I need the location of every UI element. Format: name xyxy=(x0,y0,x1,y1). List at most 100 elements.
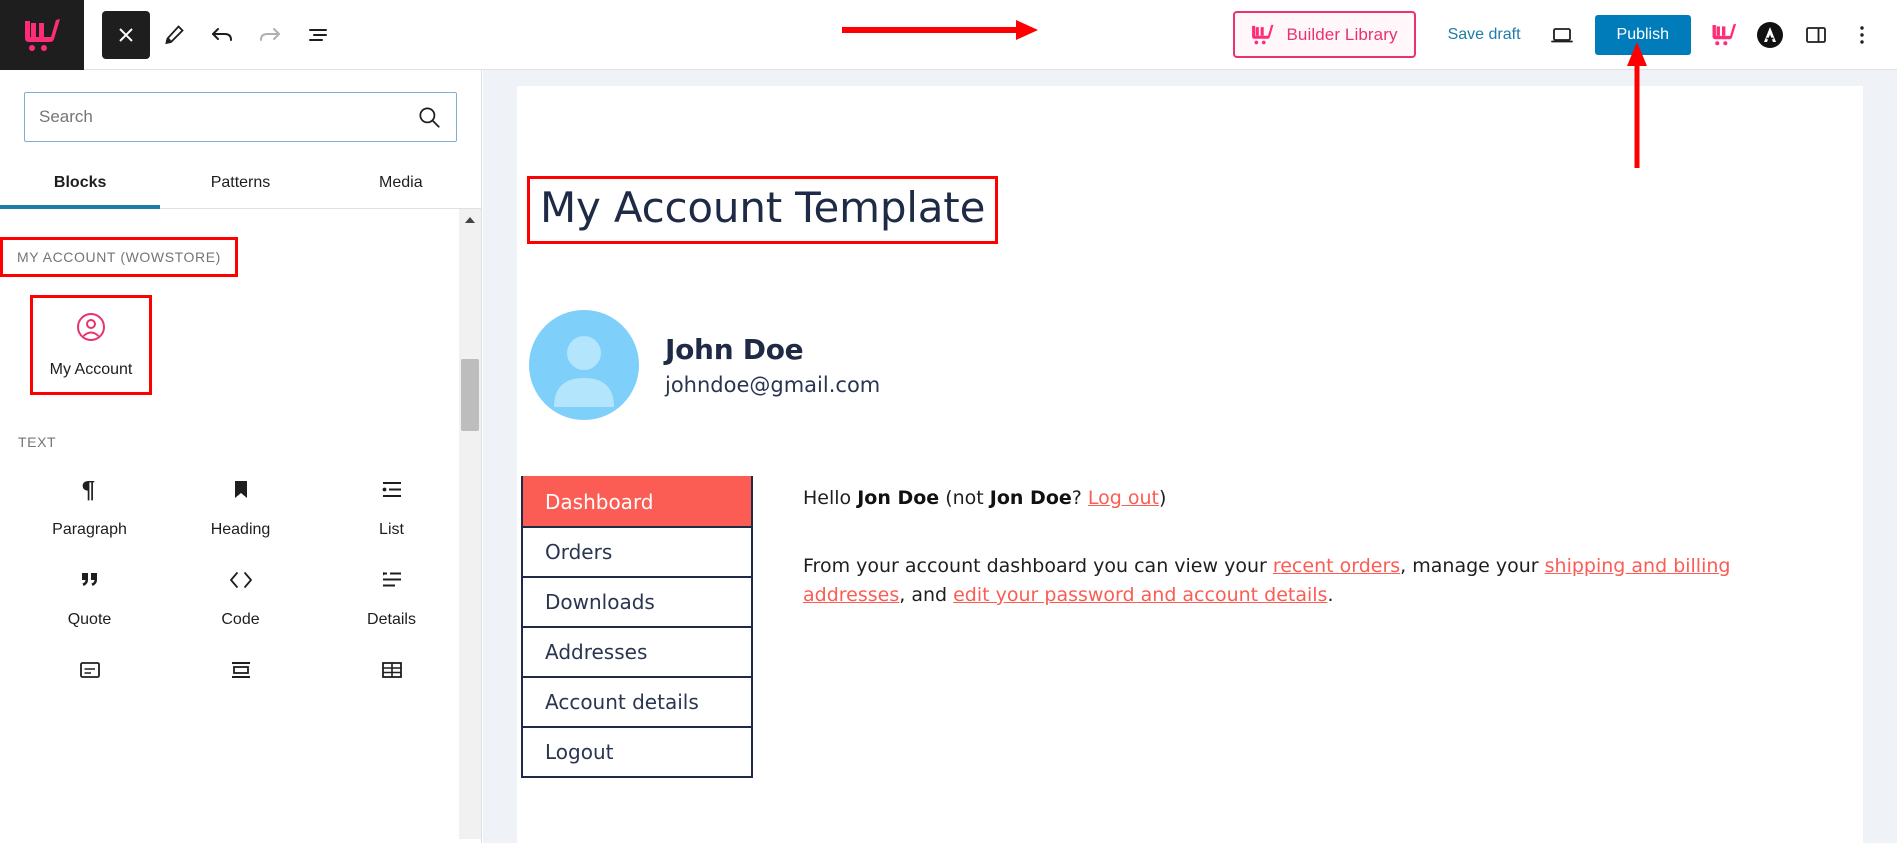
user-profile-row: John Doe johndoe@gmail.com xyxy=(529,310,1863,421)
block-item-details[interactable]: Details xyxy=(316,549,467,639)
wowstore-logo[interactable] xyxy=(0,0,84,70)
astra-logo-icon xyxy=(1757,21,1783,48)
dashboard-text-3: , and xyxy=(899,584,954,607)
block-label-heading: Heading xyxy=(210,521,271,538)
text-blocks-grid: ¶ Paragraph Heading List Quote Code Deta… xyxy=(0,459,481,711)
block-inserter-sidebar: Blocks Patterns Media MY ACCOUNT (WOWSTO… xyxy=(0,70,482,843)
account-nav-account-details[interactable]: Account details xyxy=(523,676,751,727)
block-label-code: Code xyxy=(221,611,260,628)
toolbar-right-group: Builder Library Save draft Publish xyxy=(1233,11,1897,58)
account-nav-orders[interactable]: Orders xyxy=(523,526,751,577)
search-box[interactable] xyxy=(24,92,457,142)
block-item-pullquote[interactable] xyxy=(165,639,316,711)
block-item-my-account[interactable]: My Account xyxy=(30,295,152,395)
table-icon xyxy=(379,653,405,687)
account-nav-logout[interactable]: Logout xyxy=(523,726,751,777)
block-item-list[interactable]: List xyxy=(316,459,467,549)
category-label-text: TEXT xyxy=(18,434,57,450)
kebab-menu-icon xyxy=(1860,25,1864,44)
block-item-code[interactable]: Code xyxy=(165,549,316,639)
more-options-button[interactable] xyxy=(1839,12,1885,58)
settings-sidebar-button[interactable] xyxy=(1793,12,1839,58)
preformatted-icon xyxy=(77,653,103,687)
greeting-paragraph: Hello Jon Doe (not Jon Doe? Log out) xyxy=(803,484,1823,513)
editor-window: Builder Library Save draft Publish Searc… xyxy=(0,0,1897,843)
search-input[interactable] xyxy=(39,107,416,127)
block-label-paragraph: Paragraph xyxy=(52,521,127,538)
greeting-suffix: ) xyxy=(1159,487,1167,510)
dashboard-text-1: From your account dashboard you can view… xyxy=(803,554,1273,577)
user-avatar-icon xyxy=(529,310,639,421)
sidebar-panel-icon xyxy=(1806,26,1826,43)
tab-patterns[interactable]: Patterns xyxy=(160,164,320,208)
user-email: johndoe@gmail.com xyxy=(665,373,881,398)
block-label-details: Details xyxy=(367,611,416,628)
list-icon xyxy=(379,473,405,507)
save-draft-button[interactable]: Save draft xyxy=(1430,26,1539,44)
preview-device-button[interactable] xyxy=(1539,12,1585,58)
greeting-mid: (not xyxy=(939,487,990,510)
category-my-account-highlight: MY ACCOUNT (WOWSTORE) xyxy=(0,237,238,277)
block-item-heading[interactable]: Heading xyxy=(165,459,316,549)
document-overview-button[interactable] xyxy=(294,11,342,59)
pullquote-icon xyxy=(228,653,254,687)
dashboard-text-2: , manage your xyxy=(1400,554,1545,577)
scrollbar-thumb[interactable] xyxy=(461,359,479,431)
block-item-preformatted[interactable] xyxy=(14,639,165,711)
account-nav-dashboard[interactable]: Dashboard xyxy=(523,476,751,527)
redo-icon xyxy=(260,27,280,41)
list-view-icon xyxy=(309,28,327,41)
block-item-quote[interactable]: Quote xyxy=(14,549,165,639)
search-icon[interactable] xyxy=(416,104,442,130)
account-content: Hello Jon Doe (not Jon Doe? Log out) Fro… xyxy=(753,476,1863,778)
undo-icon xyxy=(212,27,232,41)
svg-text:¶: ¶ xyxy=(81,477,96,503)
astra-settings-button[interactable] xyxy=(1747,12,1793,58)
dashboard-text-4: . xyxy=(1327,584,1334,607)
quote-icon xyxy=(77,563,103,597)
dashboard-paragraph: From your account dashboard you can view… xyxy=(803,552,1823,611)
wowstore-cart-logo-icon xyxy=(25,18,60,51)
block-label-quote: Quote xyxy=(67,611,112,628)
greeting-question: ? xyxy=(1071,487,1088,510)
inserter-tabs: Blocks Patterns Media xyxy=(0,164,481,209)
block-item-table[interactable] xyxy=(316,639,467,711)
tab-media[interactable]: Media xyxy=(321,164,481,208)
wowstore-settings-button[interactable] xyxy=(1701,12,1747,58)
undo-button[interactable] xyxy=(198,11,246,59)
wowstore-cart-logo-icon xyxy=(1252,24,1275,45)
bookmark-icon xyxy=(230,473,252,507)
block-item-paragraph[interactable]: ¶ Paragraph xyxy=(14,459,165,549)
close-editor-button[interactable] xyxy=(102,10,150,59)
account-navigation: Dashboard Orders Downloads Addresses Acc… xyxy=(521,476,753,779)
pilcrow-icon: ¶ xyxy=(78,473,102,507)
block-label-list: List xyxy=(379,521,404,538)
builder-library-button[interactable]: Builder Library xyxy=(1233,11,1416,58)
account-nav-addresses[interactable]: Addresses xyxy=(523,626,751,677)
sidebar-scrollbar[interactable] xyxy=(459,209,481,839)
edit-password-account-details-link[interactable]: edit your password and account details xyxy=(953,584,1327,606)
toolbar-left-group xyxy=(84,10,342,59)
page-title[interactable]: My Account Template xyxy=(540,184,985,231)
scroll-up-arrow-icon[interactable] xyxy=(459,209,481,231)
edit-mode-button[interactable] xyxy=(150,11,198,59)
blocks-panel: MY ACCOUNT (WOWSTORE) My Account TEXT ¶ … xyxy=(0,209,481,839)
builder-library-label: Builder Library xyxy=(1286,24,1398,44)
redo-button[interactable] xyxy=(246,11,294,59)
user-name: John Doe xyxy=(665,333,804,367)
log-out-link[interactable]: Log out xyxy=(1088,487,1159,509)
category-text: TEXT xyxy=(4,425,70,459)
tab-blocks[interactable]: Blocks xyxy=(0,164,161,209)
my-account-block: Dashboard Orders Downloads Addresses Acc… xyxy=(517,476,1863,779)
wowstore-cart-logo-icon xyxy=(1712,23,1737,46)
block-label-my-account: My Account xyxy=(49,360,133,378)
publish-button[interactable]: Publish xyxy=(1594,14,1691,55)
account-nav-downloads[interactable]: Downloads xyxy=(523,576,751,627)
greeting-name-1: Jon Doe xyxy=(857,487,940,510)
user-info: John Doe johndoe@gmail.com xyxy=(665,333,880,397)
recent-orders-link[interactable]: recent orders xyxy=(1273,555,1400,577)
search-section xyxy=(0,70,481,142)
close-icon xyxy=(119,27,133,42)
code-icon xyxy=(226,563,256,597)
details-icon xyxy=(379,563,405,597)
